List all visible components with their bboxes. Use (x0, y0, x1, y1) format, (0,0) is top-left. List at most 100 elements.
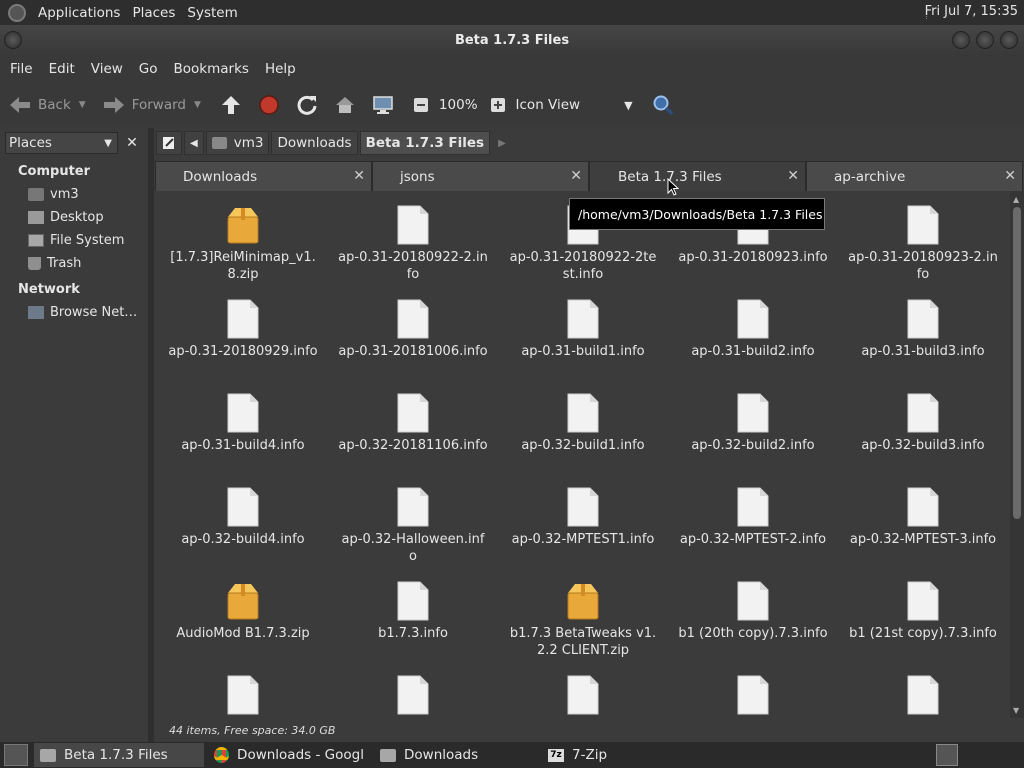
view-mode-select[interactable]: Icon View ▼ (516, 97, 633, 113)
arrow-left-icon (10, 97, 30, 113)
tab-beta-files[interactable]: Beta 1.7.3 Files ✕ (589, 161, 806, 191)
taskbar-item[interactable]: Beta 1.7.3 Files (34, 743, 204, 767)
zoom-in-button[interactable] (486, 93, 510, 117)
menu-go[interactable]: Go (131, 61, 166, 77)
tab-downloads[interactable]: Downloads ✕ (155, 161, 372, 191)
close-tab-icon[interactable]: ✕ (1004, 168, 1016, 184)
up-button[interactable] (219, 93, 243, 117)
file-view[interactable]: [1.7.3]ReiMinimap_v1.8.zip ap-0.31-201809… (155, 191, 1010, 718)
file-item[interactable] (498, 661, 668, 718)
close-tab-icon[interactable]: ✕ (353, 168, 365, 184)
sidebar-mode-select[interactable]: Places ▼ (5, 132, 118, 154)
file-item[interactable]: ap-0.32-build3.info (838, 379, 1008, 473)
scroll-down-icon[interactable]: ▼ (1013, 706, 1019, 715)
maximize-button[interactable] (976, 31, 994, 49)
file-item[interactable]: ap-0.31-build4.info (158, 379, 328, 473)
sidebar-item-file-system[interactable]: File System (0, 229, 148, 252)
status-bar: 44 items, Free space: 34.0 GB (155, 718, 1024, 742)
toggle-location-entry-button[interactable] (156, 131, 182, 155)
home-button[interactable] (333, 93, 357, 117)
path-scroll-left-button[interactable]: ◀ (184, 131, 204, 155)
workspace-switcher-icon[interactable] (936, 744, 958, 766)
file-item[interactable]: ap-0.32-20181106.info (328, 379, 498, 473)
menu-view[interactable]: View (83, 61, 131, 77)
document-icon (397, 581, 429, 621)
scrollbar-thumb[interactable] (1013, 207, 1021, 519)
minimize-button[interactable] (952, 31, 970, 49)
menu-help[interactable]: Help (257, 61, 304, 77)
menu-edit[interactable]: Edit (41, 61, 83, 77)
file-item[interactable]: ap-0.31-build1.info (498, 285, 668, 379)
menu-system[interactable]: System (181, 5, 243, 21)
distro-logo-icon[interactable] (8, 3, 26, 22)
menu-applications[interactable]: Applications (32, 5, 126, 21)
file-item[interactable] (838, 661, 1008, 718)
reload-button[interactable] (295, 93, 319, 117)
file-item[interactable]: ap-0.31-build2.info (668, 285, 838, 379)
file-item[interactable]: [1.7.3]ReiMinimap_v1.8.zip (158, 191, 328, 285)
close-sidebar-icon[interactable]: ✕ (122, 132, 142, 154)
close-tab-icon[interactable]: ✕ (787, 168, 799, 184)
file-item[interactable]: ap-0.32-MPTEST-2.info (668, 473, 838, 567)
forward-button[interactable]: Forward ▼ (102, 95, 201, 115)
menu-bookmarks[interactable]: Bookmarks (166, 61, 257, 77)
file-item[interactable]: ap-0.31-20180922-2.info (328, 191, 498, 285)
back-button[interactable]: Back ▼ (8, 95, 86, 115)
sidebar-item-browse-network[interactable]: Browse Net… (0, 301, 148, 324)
sidebar: Computer vm3 Desktop File System Trash N… (0, 157, 148, 742)
vertical-scrollbar[interactable]: ▲ ▼ (1010, 191, 1024, 718)
file-item[interactable]: ap-0.32-build2.info (668, 379, 838, 473)
forward-history-dropdown-icon[interactable]: ▼ (194, 100, 201, 110)
zoom-out-button[interactable] (409, 93, 433, 117)
tab-ap-archive[interactable]: ap-archive ✕ (806, 161, 1023, 191)
file-item[interactable]: ap-0.31-20180929.info (158, 285, 328, 379)
file-name: ap-0.32-build1.info (521, 438, 645, 453)
sidebar-item-trash[interactable]: Trash (0, 252, 148, 275)
file-item[interactable]: b1.7.3 BetaTweaks v1.2.2 CLIENT.zip (498, 567, 668, 661)
sidebar-item-vm3[interactable]: vm3 (0, 183, 148, 206)
menu-file[interactable]: File (2, 61, 41, 77)
file-item[interactable] (158, 661, 328, 718)
pane-splitter[interactable] (148, 128, 154, 742)
file-item[interactable]: ap-0.31-20181006.info (328, 285, 498, 379)
path-segment-downloads[interactable]: Downloads (271, 131, 358, 155)
sidebar-section-computer: Computer (18, 164, 91, 179)
menu-places[interactable]: Places (126, 5, 181, 21)
file-name: ap-0.31-build2.info (691, 344, 815, 359)
file-item[interactable]: b1 (21st copy).7.3.info (838, 567, 1008, 661)
file-item[interactable] (668, 661, 838, 718)
file-item[interactable]: b1 (20th copy).7.3.info (668, 567, 838, 661)
search-button[interactable] (651, 93, 675, 117)
status-text: 44 items, Free space: 34.0 GB (169, 723, 336, 737)
stop-button[interactable] (257, 93, 281, 117)
path-segment-vm3[interactable]: vm3 (205, 131, 270, 155)
file-item[interactable]: ap-0.32-MPTEST1.info (498, 473, 668, 567)
clock[interactable]: Fri Jul 7, 15:35 (925, 4, 1018, 19)
taskbar-item[interactable]: 7z 7-Zip (542, 743, 622, 767)
drive-icon (28, 234, 44, 247)
file-item[interactable]: b1.7.3.info (328, 567, 498, 661)
file-item[interactable] (328, 661, 498, 718)
window-menu-button[interactable] (4, 31, 22, 49)
file-item[interactable]: ap-0.32-MPTEST-3.info (838, 473, 1008, 567)
file-item[interactable]: ap-0.32-build4.info (158, 473, 328, 567)
taskbar-item[interactable]: Downloads - Googl… (208, 743, 370, 767)
scroll-up-icon[interactable]: ▲ (1013, 195, 1019, 204)
file-item[interactable]: AudioMod B1.7.3.zip (158, 567, 328, 661)
sidebar-item-desktop[interactable]: Desktop (0, 206, 148, 229)
path-scroll-right-icon[interactable]: ▶ (498, 138, 506, 149)
computer-button[interactable] (371, 93, 395, 117)
show-desktop-icon[interactable] (4, 744, 28, 766)
file-item[interactable]: ap-0.32-Halloween.info (328, 473, 498, 567)
file-item[interactable]: ap-0.31-build3.info (838, 285, 1008, 379)
back-history-dropdown-icon[interactable]: ▼ (79, 100, 86, 110)
file-name: ap-0.32-Halloween.info (341, 532, 485, 564)
taskbar-item[interactable]: Downloads (374, 743, 538, 767)
path-segment-current[interactable]: Beta 1.7.3 Files (359, 131, 491, 155)
tab-jsons[interactable]: jsons ✕ (372, 161, 589, 191)
file-item[interactable]: ap-0.31-20180923-2.info (838, 191, 1008, 285)
close-tab-icon[interactable]: ✕ (570, 168, 582, 184)
close-window-button[interactable] (1000, 31, 1018, 49)
window-titlebar[interactable]: Beta 1.7.3 Files (0, 25, 1024, 55)
file-item[interactable]: ap-0.32-build1.info (498, 379, 668, 473)
